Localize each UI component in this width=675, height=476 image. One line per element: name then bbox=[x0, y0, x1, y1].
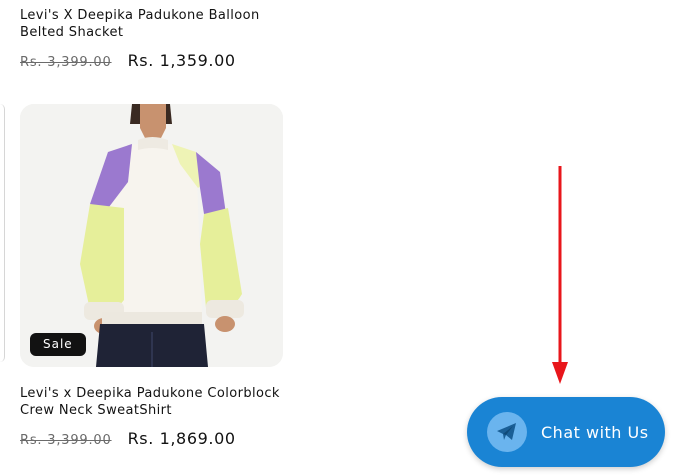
product-card-colorblock-sweatshirt[interactable]: Levi's x Deepika Padukone Colorblock Cre… bbox=[20, 385, 283, 448]
regular-price: Rs. 3,399.00 bbox=[20, 55, 112, 70]
sale-badge: Sale bbox=[30, 333, 86, 356]
telegram-icon bbox=[487, 412, 527, 452]
sale-price: Rs. 1,359.00 bbox=[127, 51, 236, 70]
product-title[interactable]: Levi's X Deepika Padukone Balloon Belted… bbox=[20, 7, 283, 41]
regular-price: Rs. 3,399.00 bbox=[20, 433, 112, 448]
product-card-balloon-shacket[interactable]: Levi's X Deepika Padukone Balloon Belted… bbox=[20, 7, 283, 70]
annotation-arrow bbox=[552, 166, 568, 384]
chat-label: Chat with Us bbox=[541, 422, 649, 442]
product-title[interactable]: Levi's x Deepika Padukone Colorblock Cre… bbox=[20, 385, 283, 419]
sale-price: Rs. 1,869.00 bbox=[127, 429, 236, 448]
adjacent-card-edge bbox=[0, 104, 5, 362]
product-image-colorblock-sweatshirt[interactable]: Sale bbox=[20, 104, 283, 367]
price-row: Rs. 3,399.00 Rs. 1,359.00 bbox=[20, 51, 283, 70]
chat-with-us-button[interactable]: Chat with Us bbox=[467, 397, 665, 467]
price-row: Rs. 3,399.00 Rs. 1,869.00 bbox=[20, 429, 283, 448]
sweatshirt-illustration bbox=[20, 104, 283, 367]
